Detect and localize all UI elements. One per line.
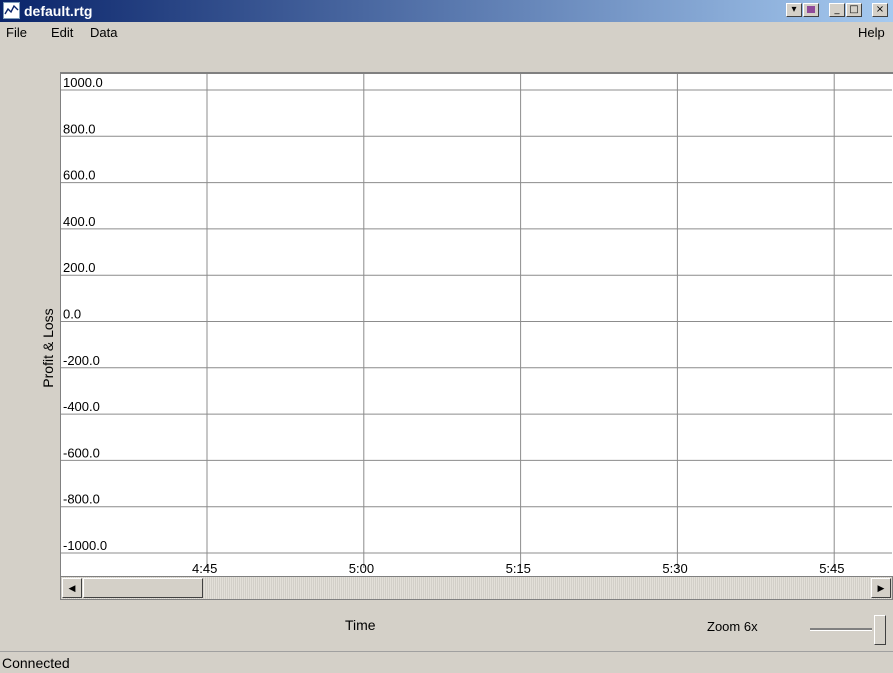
y-tick-label: 400.0	[63, 214, 96, 229]
x-tick-label: 5:45	[819, 561, 844, 576]
chart-plot-area: 1000.0 800.0 600.0 400.0 200.0 0.0 -200.0 -400.…	[60, 72, 893, 576]
scroll-left-button[interactable]: ◀	[62, 578, 82, 598]
x-tick-label: 4:45	[192, 561, 217, 576]
x-tick-label: 5:30	[662, 561, 687, 576]
y-tick-label: 1000.0	[63, 75, 103, 90]
close-button[interactable]: ×	[872, 3, 888, 17]
y-tick-label: 0.0	[63, 307, 81, 322]
minimize-button[interactable]: _	[829, 3, 845, 17]
y-tick-label: 800.0	[63, 121, 96, 136]
title-bar[interactable]: default.rtg ▾ _ □ ×	[0, 0, 893, 22]
menu-data[interactable]: Data	[90, 25, 117, 40]
horizontal-scrollbar[interactable]: ◀ ▶	[60, 576, 893, 600]
status-bar: Connected	[0, 651, 893, 673]
zoom-slider[interactable]	[808, 615, 888, 645]
y-tick-label: -200.0	[63, 353, 100, 368]
y-tick-label: -600.0	[63, 445, 100, 460]
scrollbar-thumb[interactable]	[83, 578, 203, 598]
graph-options-icon[interactable]	[803, 3, 819, 17]
scroll-right-button[interactable]: ▶	[871, 578, 891, 598]
y-tick-label: 600.0	[63, 168, 96, 183]
y-tick-label: 200.0	[63, 260, 96, 275]
chart-svg: 1000.0 800.0 600.0 400.0 200.0 0.0 -200.0 -400.…	[61, 74, 892, 576]
window-title: default.rtg	[24, 3, 93, 19]
menu-edit[interactable]: Edit	[51, 25, 73, 40]
dropdown-arrow-icon[interactable]: ▾	[786, 3, 802, 17]
app-icon	[3, 2, 20, 19]
y-tick-label: -400.0	[63, 399, 100, 414]
zoom-slider-thumb[interactable]	[874, 615, 886, 645]
menu-help[interactable]: Help	[858, 25, 885, 40]
maximize-button[interactable]: □	[846, 3, 862, 17]
y-tick-label: -1000.0	[63, 538, 107, 553]
status-text: Connected	[2, 655, 70, 671]
menu-file[interactable]: File	[6, 25, 27, 40]
x-tick-label: 5:00	[349, 561, 374, 576]
x-axis-label: Time	[345, 617, 376, 633]
y-axis-label: Profit & Loss	[40, 308, 56, 388]
x-tick-label: 5:15	[506, 561, 531, 576]
zoom-slider-track[interactable]	[810, 628, 872, 631]
y-tick-label: -800.0	[63, 492, 100, 507]
zoom-label: Zoom 6x	[707, 619, 758, 634]
menu-bar: File Edit Data Help	[0, 22, 893, 44]
